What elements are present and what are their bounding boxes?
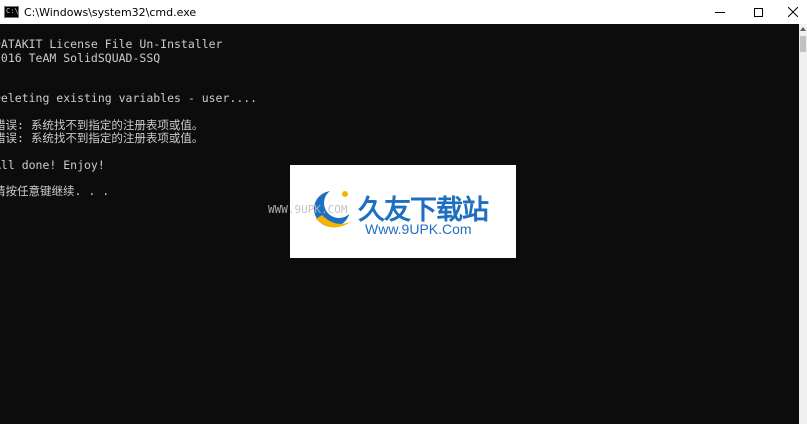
console-line: 2016 TeAM SolidSQUAD-SSQ: [0, 51, 161, 65]
vertical-scrollbar[interactable]: [799, 24, 807, 424]
console-line: 请按任意键继续. . .: [0, 184, 110, 198]
cmd-icon[interactable]: C:\: [4, 6, 19, 18]
minimize-icon: [715, 11, 725, 13]
cmd-window: C:\ C:\Windows\system32\cmd.exe DATAKIT …: [0, 0, 807, 424]
watermark-url: Www.9UPK.Com: [365, 221, 472, 237]
scroll-thumb[interactable]: [800, 36, 806, 52]
console-line: 错误: 系统找不到指定的注册表项或值。: [0, 131, 204, 145]
title-bar[interactable]: C:\ C:\Windows\system32\cmd.exe: [0, 0, 807, 24]
close-button[interactable]: [770, 0, 807, 24]
console-line: Deleting existing variables - user....: [0, 91, 258, 105]
console-line: DATAKIT License File Un-Installer: [0, 37, 223, 51]
watermark-overlay-text: WWW.9UPK.COM: [268, 203, 348, 216]
maximize-icon: [753, 7, 763, 17]
window-title: C:\Windows\system32\cmd.exe: [24, 5, 197, 19]
close-icon: [788, 7, 798, 17]
scroll-up-arrow-icon[interactable]: [800, 27, 806, 31]
console-line: All done! Enjoy!: [0, 158, 105, 172]
